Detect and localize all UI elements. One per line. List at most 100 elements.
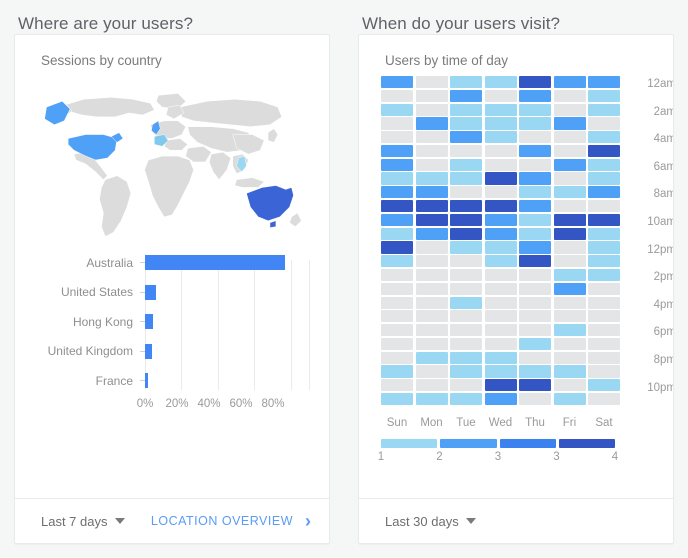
heatmap-cell[interactable] bbox=[519, 282, 551, 295]
heatmap-cell[interactable] bbox=[450, 379, 482, 392]
heatmap-cell[interactable] bbox=[415, 241, 448, 254]
heatmap-cell[interactable] bbox=[519, 144, 551, 158]
heatmap-cell[interactable] bbox=[381, 89, 413, 102]
heatmap-cell[interactable] bbox=[588, 379, 620, 392]
heatmap-cell[interactable] bbox=[415, 144, 448, 158]
bar-fill[interactable] bbox=[145, 373, 148, 389]
heatmap-cell[interactable] bbox=[519, 131, 551, 144]
heatmap-cell[interactable] bbox=[588, 324, 620, 337]
heatmap-cell[interactable] bbox=[381, 324, 413, 337]
heatmap-cell[interactable] bbox=[450, 117, 482, 130]
map-highlight-australia[interactable] bbox=[246, 185, 294, 228]
heatmap-cell[interactable] bbox=[588, 158, 620, 171]
heatmap-cell[interactable] bbox=[415, 255, 448, 268]
heatmap-cell[interactable] bbox=[450, 324, 482, 337]
heatmap-cell[interactable] bbox=[553, 144, 586, 158]
heatmap-cell[interactable] bbox=[484, 324, 517, 337]
heatmap-cell[interactable] bbox=[381, 337, 413, 351]
heatmap-cell[interactable] bbox=[484, 144, 517, 158]
heatmap-cell[interactable] bbox=[519, 379, 551, 392]
heatmap-cell[interactable] bbox=[415, 89, 448, 102]
heatmap-cell[interactable] bbox=[450, 365, 482, 378]
heatmap-cell[interactable] bbox=[553, 158, 586, 171]
heatmap-cell[interactable] bbox=[519, 296, 551, 309]
heatmap-cell[interactable] bbox=[450, 310, 482, 323]
heatmap-cell[interactable] bbox=[450, 282, 482, 295]
location-overview-link[interactable]: LOCATION OVERVIEW › bbox=[151, 512, 329, 530]
heatmap-cell[interactable] bbox=[484, 131, 517, 144]
heatmap-cell[interactable] bbox=[588, 337, 620, 351]
heatmap-cell[interactable] bbox=[450, 213, 482, 226]
heatmap-cell[interactable] bbox=[415, 186, 448, 199]
heatmap-cell[interactable] bbox=[553, 337, 586, 351]
heatmap-cell[interactable] bbox=[415, 117, 448, 130]
heatmap-cell[interactable] bbox=[415, 351, 448, 364]
heatmap-cell[interactable] bbox=[484, 282, 517, 295]
heatmap-cell[interactable] bbox=[415, 76, 448, 89]
heatmap-cell[interactable] bbox=[381, 117, 413, 130]
heatmap-cell[interactable] bbox=[381, 131, 413, 144]
heatmap-cell[interactable] bbox=[415, 296, 448, 309]
heatmap-cell[interactable] bbox=[381, 351, 413, 364]
heatmap-cell[interactable] bbox=[588, 365, 620, 378]
heatmap-cell[interactable] bbox=[484, 365, 517, 378]
heatmap-cell[interactable] bbox=[519, 117, 551, 130]
heatmap-cell[interactable] bbox=[450, 337, 482, 351]
heatmap-cell[interactable] bbox=[450, 131, 482, 144]
heatmap-cell[interactable] bbox=[450, 392, 482, 406]
heatmap-cell[interactable] bbox=[415, 103, 448, 116]
heatmap-cell[interactable] bbox=[519, 158, 551, 171]
heatmap-cell[interactable] bbox=[519, 200, 551, 213]
heatmap-cell[interactable] bbox=[381, 144, 413, 158]
heatmap-cell[interactable] bbox=[588, 76, 620, 89]
heatmap-cell[interactable] bbox=[415, 282, 448, 295]
date-range-selector-time-of-day[interactable]: Last 30 days bbox=[359, 514, 476, 529]
heatmap-cell[interactable] bbox=[381, 268, 413, 282]
heatmap-cell[interactable] bbox=[484, 268, 517, 282]
heatmap-cell[interactable] bbox=[450, 186, 482, 199]
heatmap-cell[interactable] bbox=[588, 310, 620, 323]
heatmap-cell[interactable] bbox=[450, 227, 482, 240]
heatmap-cell[interactable] bbox=[588, 392, 620, 406]
heatmap-cell[interactable] bbox=[553, 351, 586, 364]
heatmap-cell[interactable] bbox=[484, 227, 517, 240]
world-map[interactable] bbox=[15, 68, 329, 248]
heatmap-cell[interactable] bbox=[553, 103, 586, 116]
heatmap-cell[interactable] bbox=[484, 241, 517, 254]
heatmap-cell[interactable] bbox=[553, 89, 586, 102]
heatmap-cell[interactable] bbox=[519, 227, 551, 240]
heatmap-cell[interactable] bbox=[553, 213, 586, 226]
heatmap-cell[interactable] bbox=[519, 255, 551, 268]
heatmap-cell[interactable] bbox=[484, 310, 517, 323]
heatmap-cell[interactable] bbox=[519, 213, 551, 226]
heatmap-cell[interactable] bbox=[415, 392, 448, 406]
heatmap-cell[interactable] bbox=[588, 117, 620, 130]
heatmap-cell[interactable] bbox=[381, 241, 413, 254]
heatmap-cell[interactable] bbox=[553, 296, 586, 309]
heatmap-cell[interactable] bbox=[450, 268, 482, 282]
heatmap-cell[interactable] bbox=[415, 158, 448, 171]
heatmap-cell[interactable] bbox=[519, 365, 551, 378]
heatmap-cell[interactable] bbox=[381, 103, 413, 116]
heatmap-cell[interactable] bbox=[484, 337, 517, 351]
heatmap-cell[interactable] bbox=[588, 103, 620, 116]
heatmap-cell[interactable] bbox=[450, 158, 482, 171]
heatmap-cell[interactable] bbox=[588, 227, 620, 240]
heatmap-cell[interactable] bbox=[588, 268, 620, 282]
heatmap-cell[interactable] bbox=[553, 172, 586, 185]
heatmap-cell[interactable] bbox=[588, 255, 620, 268]
heatmap-cell[interactable] bbox=[415, 379, 448, 392]
heatmap-cell[interactable] bbox=[519, 186, 551, 199]
heatmap-cell[interactable] bbox=[484, 213, 517, 226]
heatmap-cell[interactable] bbox=[484, 392, 517, 406]
heatmap-cell[interactable] bbox=[381, 392, 413, 406]
heatmap-cell[interactable] bbox=[484, 172, 517, 185]
heatmap-cell[interactable] bbox=[415, 310, 448, 323]
heatmap-cell[interactable] bbox=[450, 200, 482, 213]
bar-fill[interactable] bbox=[145, 284, 156, 300]
heatmap-cell[interactable] bbox=[484, 186, 517, 199]
heatmap-cell[interactable] bbox=[588, 186, 620, 199]
heatmap-cell[interactable] bbox=[381, 310, 413, 323]
heatmap-cell[interactable] bbox=[381, 379, 413, 392]
heatmap-cell[interactable] bbox=[415, 131, 448, 144]
